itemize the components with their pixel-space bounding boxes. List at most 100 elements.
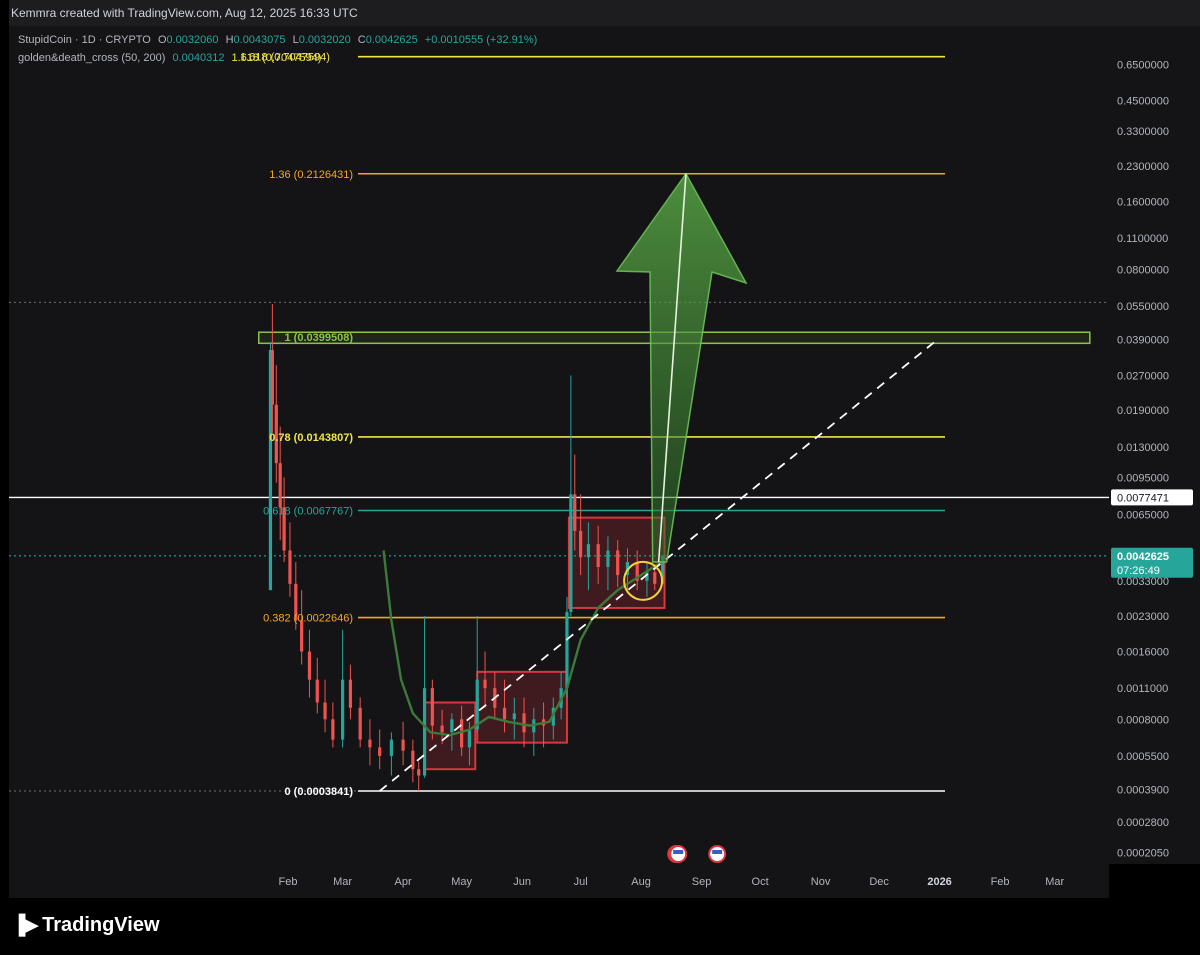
y-tick-label: 0.0800000 [1117, 264, 1169, 276]
legend-indicator: golden&death_cross (50, 200) 0.0040312 1… [18, 52, 325, 64]
candle-body [348, 679, 353, 708]
legend-low: 0.0032020 [298, 34, 351, 46]
y-tick-label: 0.0190000 [1117, 405, 1169, 417]
candle-body [358, 707, 362, 740]
candle-body [270, 350, 274, 405]
candle-body [315, 679, 319, 703]
chart-svg[interactable]: 1.618 (0.7047594) 1.36 (0.2126431) 1 (0.03… [0, 0, 1200, 955]
x-axis-ticks: Feb Mar Apr May Jun Jul Aug Sep Oct Nov Dec 2026 Feb… [279, 876, 1065, 888]
y-tick-label: 0.2300000 [1117, 161, 1169, 173]
candle-body [569, 494, 573, 612]
candle-body [586, 544, 591, 558]
fib-level-label: 0.78 (0.0143807) [269, 432, 353, 444]
x-tick-label: Nov [811, 876, 831, 888]
candle-body [278, 463, 282, 508]
candle-body [323, 702, 327, 720]
legend-indicator-name: golden&death_cross (50, 200) [18, 52, 166, 64]
y-tick-label: 0.0023000 [1117, 611, 1169, 623]
y-tick-label: 0.1600000 [1117, 197, 1169, 209]
x-tick-label: Feb [991, 876, 1010, 888]
legend-open: 0.0032060 [166, 34, 219, 46]
x-tick-label: May [451, 876, 472, 888]
y-tick-label: 0.0065000 [1117, 510, 1169, 522]
candle-body [653, 572, 657, 584]
horizontal-line-label: 0.0077471 [1117, 492, 1169, 504]
last-price-label: 0.0042625 [1117, 551, 1169, 563]
x-tick-label: Dec [869, 876, 889, 888]
candle-body [483, 679, 487, 689]
x-tick-label: Apr [395, 876, 412, 888]
event-marker-flag [673, 850, 684, 854]
x-tick-label: Mar [333, 876, 352, 888]
y-tick-label: 0.3300000 [1117, 126, 1169, 138]
fib-level-label: 0.382 (0.0022646) [263, 613, 353, 625]
candle-body [579, 530, 583, 558]
candle-body [616, 550, 620, 576]
y-tick-label: 0.0130000 [1117, 442, 1169, 454]
candle-body [502, 707, 507, 720]
event-marker-flag [712, 850, 723, 854]
legend-ohlc: StupidCoin · 1D · CRYPTO O0.0032060 H0.0… [18, 34, 541, 46]
y-tick-label: 0.0095000 [1117, 472, 1169, 484]
candle-body [565, 611, 569, 689]
x-tick-label: Aug [631, 876, 651, 888]
y-tick-label: 0.0002050 [1117, 847, 1169, 859]
last-price-countdown: 07:26:49 [1117, 565, 1160, 577]
fib-labels: 1.618 (0.7047594)1.36 (0.2126431)1 (0.03… [240, 52, 353, 798]
legend-open-label: O [157, 34, 167, 46]
candle-body [422, 688, 427, 776]
fib-level-label: 1.36 (0.2126431) [269, 169, 353, 181]
y-tick-label: 0.0390000 [1117, 334, 1169, 346]
x-tick-label: Jul [574, 876, 588, 888]
candle-body [331, 719, 335, 740]
candle-body [606, 550, 610, 568]
candle-body [389, 739, 393, 756]
candle-body [341, 679, 345, 740]
tradingview-logo[interactable]: ▐▶ TradingView [12, 912, 160, 938]
candle-body [430, 688, 434, 726]
candle-body [450, 719, 454, 733]
y-tick-label: 0.0008000 [1117, 714, 1169, 726]
candle-body [440, 725, 444, 733]
y-tick-label: 0.1100000 [1117, 233, 1168, 245]
x-tick-label: Mar [1045, 876, 1064, 888]
y-tick-label: 0.0005500 [1117, 751, 1169, 763]
legend-indicator-extra: 1.618 (0.7047594) [231, 52, 322, 64]
legend-high-label: H [225, 34, 234, 46]
y-tick-label: 0.0016000 [1117, 647, 1169, 659]
x-tick-label: Feb [279, 876, 298, 888]
legend-low-label: L [292, 34, 299, 46]
candle-body [401, 739, 405, 751]
candle-body [522, 713, 526, 733]
candle-body [475, 679, 479, 730]
legend-symbol: StupidCoin · 1D · CRYPTO [18, 34, 151, 46]
candle-body [288, 550, 292, 584]
candle-body [307, 651, 312, 680]
y-axis-ticks: 0.6500000 0.4500000 0.3300000 0.2300000 0.16… [1111, 60, 1193, 859]
y-tick-label: 0.6500000 [1117, 60, 1169, 72]
tradingview-logo-icon: ▐▶ [12, 914, 38, 936]
candle-body [417, 769, 421, 776]
y-tick-label: 0.0002800 [1117, 817, 1169, 829]
legend-indicator-value: 0.0040312 [172, 52, 225, 64]
y-tick-label: 0.0550000 [1117, 301, 1169, 313]
x-tick-label: Oct [752, 876, 769, 888]
candle-body [512, 713, 516, 720]
legend-close: 0.0042625 [365, 34, 418, 46]
fib-level-label: 1 (0.0399508) [285, 332, 354, 344]
candle-body [411, 750, 415, 770]
chart-window: Kemmra created with TradingView.com, Aug… [0, 0, 1200, 955]
candle-body [596, 544, 600, 568]
x-tick-label: 2026 [927, 876, 951, 888]
fib-level-label: 0 (0.0003841) [285, 786, 354, 798]
candle-body [300, 620, 304, 652]
legend-close-label: C [357, 34, 366, 46]
fib-level-label: 0.618 (0.0067767) [263, 506, 353, 518]
x-tick-label: Sep [692, 876, 712, 888]
y-tick-label: 0.0011000 [1117, 683, 1168, 695]
legend-high: 0.0043075 [233, 34, 286, 46]
candle-body [378, 747, 382, 756]
candle-body [573, 494, 577, 531]
y-tick-label: 0.4500000 [1117, 96, 1169, 108]
candle-body [368, 739, 372, 748]
